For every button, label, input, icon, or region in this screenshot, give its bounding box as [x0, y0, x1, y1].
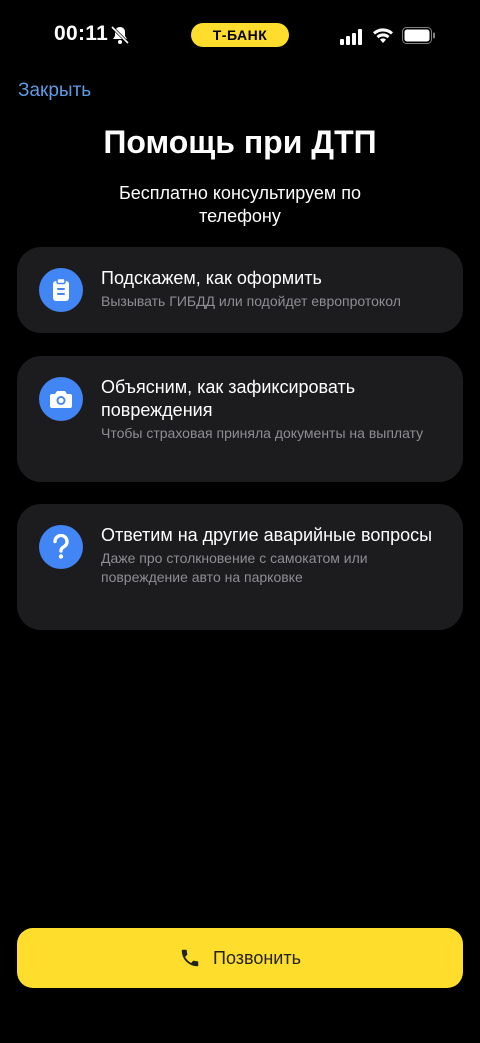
info-card-register: Подскажем, как оформить Вызывать ГИБДД и… [17, 247, 463, 333]
carrier-badge: Т-БАНК [191, 23, 289, 47]
bell-muted-icon [110, 25, 130, 45]
clipboard-icon [39, 268, 83, 312]
card-description: Чтобы страховая приняла документы на вып… [101, 425, 424, 441]
card-title: Ответим на другие аварийные вопросы [101, 525, 433, 545]
phone-icon [181, 949, 199, 967]
cellular-signal-icon [340, 29, 362, 45]
card-description: Даже про столкновение с самокатом или по… [101, 550, 368, 585]
call-button-label: Позвонить [213, 947, 301, 968]
camera-icon [39, 377, 83, 421]
info-card-questions: Ответим на другие аварийные вопросы Даже… [17, 504, 463, 630]
wifi-icon [373, 28, 393, 43]
status-time: 00:11 [54, 22, 109, 45]
status-bar: 00:11 Т-БАНК [0, 0, 480, 70]
card-description: Вызывать ГИБДД или подойдет европротокол [101, 293, 401, 309]
battery-icon [402, 27, 435, 44]
question-icon [39, 525, 83, 569]
page-subtitle: Бесплатно консультируем по телефону [118, 183, 362, 226]
call-button[interactable]: Позвонить [17, 928, 463, 988]
card-title: Объясним, как зафиксировать повреждения [101, 377, 356, 420]
info-card-damage: Объясним, как зафиксировать повреждения … [17, 356, 463, 482]
page-title: Помощь при ДТП [103, 124, 377, 160]
close-button[interactable]: Закрыть [18, 80, 91, 102]
card-title: Подскажем, как оформить [101, 268, 322, 288]
